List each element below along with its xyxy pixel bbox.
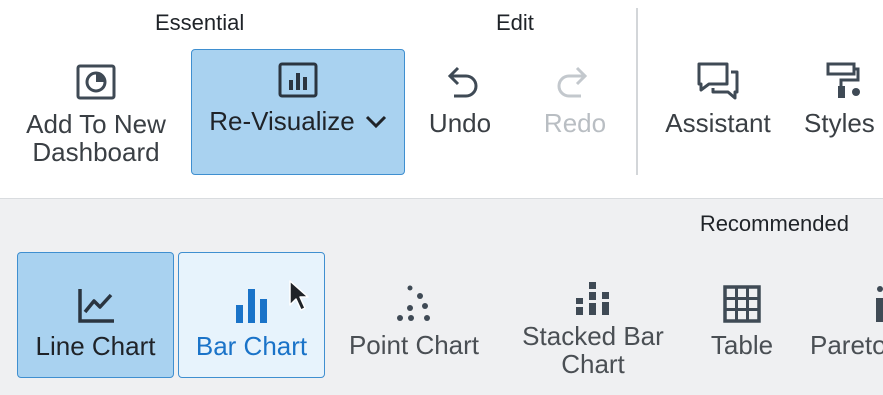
- stacked-bar-chart-button[interactable]: Stacked Bar Chart: [508, 252, 678, 378]
- toolbar-divider: [636, 8, 638, 175]
- re-visualize-label: Re-Visualize: [209, 106, 355, 136]
- toolbar: Essential Edit Add To New Dashboard Re-V…: [0, 0, 883, 198]
- pareto-chart-icon: [806, 266, 883, 324]
- table-label: Table: [710, 330, 774, 360]
- pareto-label: Pareto: [810, 330, 883, 360]
- point-chart-button[interactable]: Point Chart: [336, 252, 492, 378]
- undo-button[interactable]: Undo: [418, 52, 502, 137]
- redo-button[interactable]: Redo: [533, 52, 617, 137]
- add-to-new-dashboard-label-line2: Dashboard: [32, 137, 160, 167]
- add-to-new-dashboard-label-line1: Add To New: [26, 109, 166, 139]
- redo-label: Redo: [543, 108, 607, 138]
- line-chart-icon: [76, 267, 116, 325]
- bar-chart-label: Bar Chart: [195, 331, 308, 361]
- line-chart-button[interactable]: Line Chart: [17, 252, 174, 378]
- bar-chart-icon: [277, 50, 319, 100]
- mouse-cursor-icon: [288, 279, 310, 318]
- bar-chart-icon: [232, 267, 272, 325]
- styles-label: Styles: [804, 108, 875, 138]
- table-button[interactable]: Table: [694, 252, 790, 378]
- add-to-new-dashboard-button[interactable]: Add To New Dashboard: [12, 52, 180, 166]
- redo-icon: [555, 52, 595, 102]
- assistant-button[interactable]: Assistant: [654, 52, 782, 137]
- recommended-label: Recommended: [699, 211, 849, 236]
- line-chart-label: Line Chart: [35, 331, 156, 361]
- paint-roller-icon: [800, 52, 883, 102]
- assistant-label: Assistant: [665, 108, 771, 138]
- stacked-bar-chart-label-line1: Stacked Bar: [522, 321, 664, 351]
- stacked-bar-chart-icon: [573, 266, 613, 318]
- point-chart-label: Point Chart: [348, 330, 480, 360]
- stacked-bar-chart-label-line2: Chart: [561, 349, 625, 379]
- scatter-chart-icon: [394, 266, 434, 324]
- table-grid-icon: [722, 266, 762, 324]
- recommended-ribbon: Recommended Line Chart Bar Chart Point C…: [0, 198, 883, 395]
- chevron-down-icon[interactable]: [365, 115, 387, 129]
- undo-label: Undo: [428, 108, 492, 138]
- group-label-edit: Edit: [496, 10, 534, 35]
- styles-button[interactable]: Styles: [800, 52, 883, 137]
- dashboard-icon: [75, 52, 117, 102]
- undo-icon: [440, 52, 480, 102]
- re-visualize-button[interactable]: Re-Visualize: [191, 49, 405, 175]
- chat-bubbles-icon: [695, 52, 741, 102]
- group-label-essential: Essential: [155, 10, 245, 35]
- pareto-chart-button[interactable]: Pareto: [806, 252, 883, 378]
